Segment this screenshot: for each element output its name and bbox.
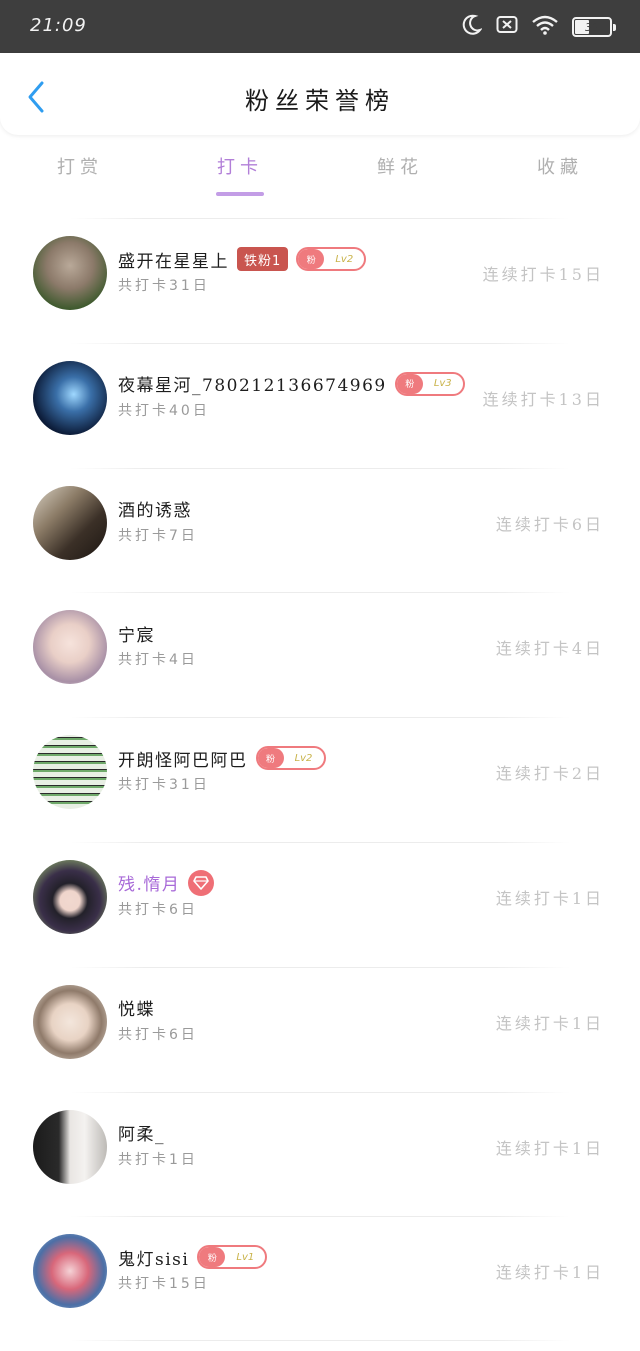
active-tab-indicator [216,192,264,196]
total-checkins: 共打卡31日 [118,777,210,794]
battery-icon: 39 [572,17,616,37]
user-name: 残.惰月 [118,875,181,896]
diamond-icon [188,869,215,896]
avatar[interactable] [33,360,107,435]
level-badge-value: Lv3 [433,378,452,390]
total-checkins: 共打卡15日 [118,1276,210,1293]
streak-text: 连续打卡1日 [495,888,604,908]
total-checkins: 共打卡1日 [118,1151,198,1168]
level-badge-label: 粉 [257,748,284,769]
total-checkins: 共打卡40日 [118,402,210,419]
divider [70,592,570,594]
total-checkins: 共打卡6日 [118,1026,198,1043]
total-checkins: 共打卡6日 [118,901,198,918]
user-name: 鬼灯sisi [118,1249,190,1270]
streak-text: 连续打卡2日 [495,764,604,784]
avatar[interactable] [33,1109,107,1184]
list-item[interactable]: 开朗怪阿巴阿巴 粉 Lv2 共打卡31日 连续打卡2日 [0,717,640,842]
header-bar: 粉丝荣誉榜 [0,53,640,135]
level-badge: 粉 Lv3 [394,371,465,396]
level-badge: 粉 Lv2 [255,746,326,771]
name-line: 酒的诱惑 [118,496,192,522]
list-item[interactable]: 夜幕星河_780212136674969 粉 Lv3 共打卡40日 连续打卡13… [0,342,640,468]
total-checkins: 共打卡7日 [118,527,198,544]
list-item[interactable]: 阿柔_ 共打卡1日 连续打卡1日 [0,1091,640,1217]
divider [70,1340,570,1342]
tab-label: 收藏 [537,157,583,178]
name-line: 夜幕星河_780212136674969 粉 Lv3 [118,371,465,397]
divider [70,342,570,344]
user-name: 宁宸 [118,625,155,646]
avatar[interactable] [33,236,107,310]
user-name: 阿柔_ [118,1125,165,1146]
level-badge-value: Lv1 [236,1251,255,1263]
fan-badge: 铁粉1 [237,247,289,271]
level-badge: 粉 Lv2 [296,247,367,271]
name-line: 悦蝶 [118,995,155,1021]
list-item[interactable]: 鬼灯sisi 粉 Lv1 共打卡15日 连续打卡1日 [0,1216,640,1342]
level-badge-label: 粉 [199,1247,226,1268]
streak-text: 连续打卡1日 [495,1013,604,1033]
notification-off-icon [496,15,518,39]
divider [70,841,570,843]
streak-text: 连续打卡1日 [495,1138,604,1158]
streak-text: 连续打卡4日 [495,639,604,659]
total-checkins: 共打卡31日 [118,278,210,294]
list-item[interactable]: 悦蝶 共打卡6日 连续打卡1日 [0,966,640,1092]
list-item[interactable]: 酒的诱惑 共打卡7日 连续打卡6日 [0,467,640,593]
avatar[interactable] [33,610,107,685]
status-bar: 21:09 39 [0,0,640,53]
level-badge-value: Lv2 [294,752,313,764]
name-line: 宁宸 [118,620,155,646]
divider [70,467,570,469]
user-name: 夜幕星河_780212136674969 [118,376,387,397]
list-item[interactable]: 盛开在星星上 铁粉1 粉 Lv2 共打卡31日 连续打卡15日 [0,218,640,343]
avatar[interactable] [33,735,107,810]
tab-favorites[interactable]: 收藏 [480,135,640,207]
divider [70,218,570,219]
level-badge-label: 粉 [298,249,325,269]
divider [70,1216,570,1218]
streak-text: 连续打卡6日 [495,514,604,534]
avatar[interactable] [33,1234,107,1309]
moon-icon [462,14,483,40]
name-line: 残.惰月 [118,869,215,896]
status-icons: 39 [462,14,616,40]
user-name: 悦蝶 [118,1000,155,1021]
streak-text: 连续打卡1日 [495,1263,604,1283]
list-item[interactable]: 残.惰月 共打卡6日 连续打卡1日 [0,841,640,967]
level-badge-value: Lv2 [335,253,354,265]
streak-text: 连续打卡15日 [482,265,604,284]
total-checkins: 共打卡4日 [118,652,198,669]
name-line: 开朗怪阿巴阿巴 粉 Lv2 [118,745,326,771]
level-badge-label: 粉 [396,373,423,394]
avatar[interactable] [33,485,107,560]
name-line: 鬼灯sisi 粉 Lv1 [118,1244,268,1270]
avatar[interactable] [33,984,107,1059]
tab-label: 打赏 [57,157,103,178]
divider [70,1091,570,1093]
level-badge: 粉 Lv1 [197,1245,268,1270]
avatar[interactable] [33,859,107,934]
name-line: 盛开在星星上 铁粉1 粉 Lv2 [118,246,367,272]
divider [70,966,570,968]
user-name: 开朗怪阿巴阿巴 [118,750,248,771]
user-name: 盛开在星星上 [118,251,229,272]
fan-list: 盛开在星星上 铁粉1 粉 Lv2 共打卡31日 连续打卡15日 夜幕星河_780… [0,218,640,1342]
name-line: 阿柔_ [118,1120,165,1146]
tab-bar: 打赏 打卡 鲜花 收藏 [0,135,640,207]
tab-checkin[interactable]: 打卡 [160,135,320,207]
list-item[interactable]: 宁宸 共打卡4日 连续打卡4日 [0,592,640,717]
streak-text: 连续打卡13日 [482,389,604,409]
divider [70,717,570,719]
tab-label: 鲜花 [377,157,423,178]
page-title: 粉丝荣誉榜 [245,87,395,115]
tab-reward[interactable]: 打赏 [0,135,160,207]
tab-label: 打卡 [217,157,263,178]
tab-flowers[interactable]: 鲜花 [320,135,480,207]
user-name: 酒的诱惑 [118,501,192,522]
wifi-icon [532,15,558,39]
status-time: 21:09 [30,15,87,36]
battery-level: 39 [585,20,599,34]
